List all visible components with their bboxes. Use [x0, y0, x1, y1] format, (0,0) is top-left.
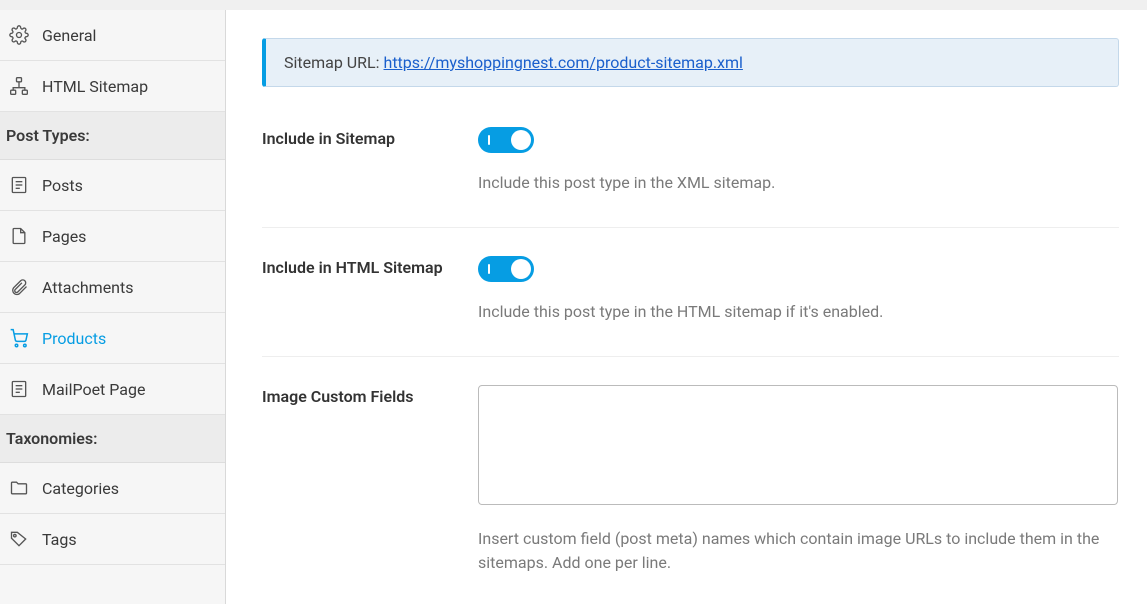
field-label: Include in Sitemap — [262, 127, 478, 148]
field-include-html-sitemap: Include in HTML Sitemap Include this pos… — [262, 256, 1119, 357]
paperclip-icon — [8, 276, 30, 298]
image-custom-fields-textarea[interactable] — [478, 385, 1118, 505]
sitemap-url-link[interactable]: https://myshoppingnest.com/product-sitem… — [384, 53, 743, 72]
sidebar-item-label: HTML Sitemap — [42, 77, 148, 96]
cart-icon — [8, 327, 30, 349]
page-lines-icon — [8, 378, 30, 400]
toggle-on-indicator — [488, 264, 490, 274]
sidebar-section-post-types: Post Types: — [0, 112, 225, 160]
sidebar-item-label: Attachments — [42, 278, 134, 297]
main-content: Sitemap URL: https://myshoppingnest.com/… — [226, 10, 1147, 604]
notice-prefix: Sitemap URL: — [284, 53, 384, 72]
sitemap-icon — [8, 75, 30, 97]
sidebar-item-label: Products — [42, 329, 106, 348]
tag-icon — [8, 528, 30, 550]
sidebar-item-label: MailPoet Page — [42, 380, 145, 399]
sidebar-item-label: General — [42, 26, 96, 45]
sidebar-section-taxonomies: Taxonomies: — [0, 415, 225, 463]
toggle-knob — [511, 259, 531, 279]
sidebar-item-html-sitemap[interactable]: HTML Sitemap — [0, 61, 225, 112]
sidebar-item-mailpoet-page[interactable]: MailPoet Page — [0, 364, 225, 415]
gear-icon — [8, 24, 30, 46]
toggle-on-indicator — [488, 135, 490, 145]
sidebar-item-tags[interactable]: Tags — [0, 514, 225, 565]
field-image-custom-fields: Image Custom Fields Insert custom field … — [262, 385, 1119, 604]
field-help: Insert custom field (post meta) names wh… — [478, 527, 1119, 575]
field-label: Include in HTML Sitemap — [262, 256, 478, 277]
field-help: Include this post type in the XML sitema… — [478, 171, 1119, 195]
sidebar-item-attachments[interactable]: Attachments — [0, 262, 225, 313]
sidebar-item-products[interactable]: Products — [0, 313, 225, 364]
sidebar-item-label: Posts — [42, 176, 83, 195]
sidebar-item-label: Tags — [42, 530, 77, 549]
sidebar-item-label: Categories — [42, 479, 119, 498]
sitemap-url-notice: Sitemap URL: https://myshoppingnest.com/… — [262, 38, 1119, 87]
sidebar-item-categories[interactable]: Categories — [0, 463, 225, 514]
top-bar — [0, 0, 1147, 10]
toggle-knob — [511, 130, 531, 150]
sidebar-item-posts[interactable]: Posts — [0, 160, 225, 211]
include-sitemap-toggle[interactable] — [478, 127, 534, 153]
sidebar-item-general[interactable]: General — [0, 10, 225, 61]
sidebar: General HTML Sitemap Post Types: Posts P… — [0, 10, 226, 604]
layout: General HTML Sitemap Post Types: Posts P… — [0, 10, 1147, 604]
page-icon — [8, 225, 30, 247]
field-include-sitemap: Include in Sitemap Include this post typ… — [262, 127, 1119, 228]
field-help: Include this post type in the HTML sitem… — [478, 300, 1119, 324]
include-html-sitemap-toggle[interactable] — [478, 256, 534, 282]
sidebar-item-label: Pages — [42, 227, 86, 246]
post-icon — [8, 174, 30, 196]
sidebar-item-pages[interactable]: Pages — [0, 211, 225, 262]
field-label: Image Custom Fields — [262, 385, 478, 406]
folder-icon — [8, 477, 30, 499]
